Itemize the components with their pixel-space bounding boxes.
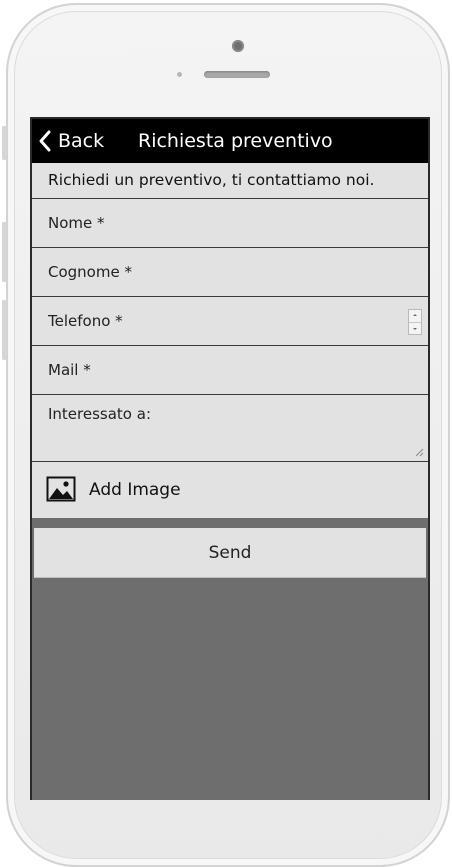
number-stepper[interactable] (408, 309, 422, 335)
add-image-label: Add Image (89, 480, 181, 500)
intro-text: Richiedi un preventivo, ti contattiamo n… (32, 163, 428, 199)
nome-row (32, 199, 428, 248)
add-image-button[interactable]: Add Image (32, 462, 428, 518)
nome-input[interactable] (48, 199, 408, 247)
send-button[interactable]: Send (34, 528, 426, 578)
earpiece-speaker (204, 71, 270, 78)
stepper-up-icon[interactable] (409, 310, 421, 323)
resize-grip-icon[interactable] (415, 448, 424, 457)
mute-switch (2, 126, 7, 160)
telefono-row (32, 297, 428, 346)
chevron-left-icon (38, 129, 52, 153)
cognome-row (32, 248, 428, 297)
form-spacer (32, 518, 428, 528)
telefono-input[interactable] (48, 297, 408, 345)
app-screen: Back Richiesta preventivo Richiedi un pr… (30, 117, 430, 800)
volume-up-button (2, 222, 7, 282)
volume-down-button (2, 300, 7, 360)
cognome-input[interactable] (48, 248, 408, 296)
navigation-bar: Back Richiesta preventivo (32, 119, 428, 163)
back-label: Back (58, 130, 105, 152)
image-icon (46, 476, 76, 506)
interessato-textarea[interactable] (48, 405, 408, 455)
interessato-row (32, 395, 428, 462)
page-title: Richiesta preventivo (138, 130, 333, 152)
back-button[interactable]: Back (38, 119, 104, 163)
proximity-sensor (177, 72, 182, 77)
stepper-down-icon[interactable] (409, 323, 421, 335)
front-camera (232, 40, 244, 52)
mail-input[interactable] (48, 346, 408, 394)
mail-row (32, 346, 428, 395)
